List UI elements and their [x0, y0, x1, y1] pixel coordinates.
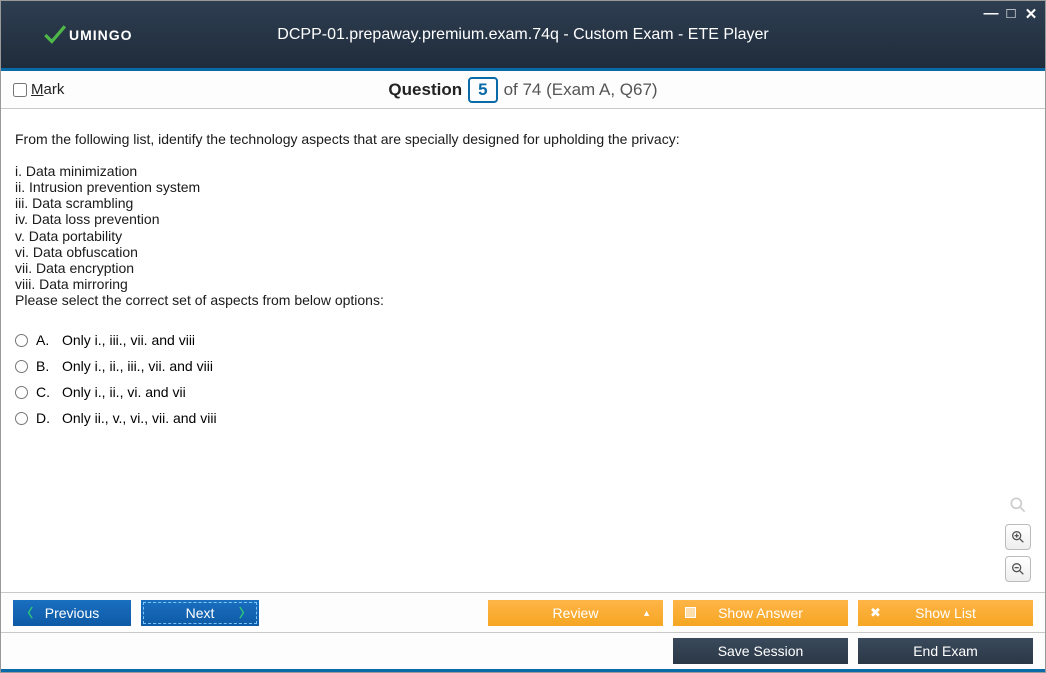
question-content: From the following list, identify the te… [1, 109, 1045, 592]
stem-prompt: Please select the correct set of aspects… [15, 292, 1031, 308]
chevron-left-icon: 〈 [21, 604, 33, 621]
answer-radio[interactable] [15, 386, 28, 399]
answer-options: A. Only i., iii., vii. and viii B. Only i.,… [15, 332, 1031, 426]
previous-button-label: Previous [45, 605, 99, 621]
window-title: DCPP-01.prepaway.premium.exam.74q - Cust… [1, 26, 1045, 44]
answer-text: Only i., ii., iii., vii. and viii [62, 358, 213, 374]
square-icon [685, 607, 696, 618]
close-button[interactable]: ✕ [1023, 5, 1039, 23]
save-session-button-label: Save Session [718, 643, 804, 659]
stem-line: vii. Data encryption [15, 260, 1031, 276]
mark-label[interactable]: Mark [31, 81, 64, 98]
zoom-tools [1005, 492, 1031, 582]
review-button[interactable]: Review ▲ [488, 600, 663, 626]
stem-line: iv. Data loss prevention [15, 211, 1031, 227]
show-list-button[interactable]: ✖ Show List [858, 600, 1033, 626]
question-bar: Mark Question 5 of 74 (Exam A, Q67) [1, 71, 1045, 109]
stem-intro: From the following list, identify the te… [15, 131, 1031, 147]
answer-text: Only i., iii., vii. and viii [62, 332, 195, 348]
search-icon[interactable] [1005, 492, 1031, 518]
answer-radio[interactable] [15, 334, 28, 347]
answer-option[interactable]: A. Only i., iii., vii. and viii [15, 332, 1031, 348]
show-answer-button[interactable]: Show Answer [673, 600, 848, 626]
x-icon: ✖ [870, 605, 881, 621]
stem-line: i. Data minimization [15, 163, 1031, 179]
zoom-in-button[interactable] [1005, 524, 1031, 550]
titlebar: UMINGO DCPP-01.prepaway.premium.exam.74q… [1, 1, 1045, 71]
mark-checkbox[interactable] [13, 83, 27, 97]
zoom-out-button[interactable] [1005, 556, 1031, 582]
answer-radio[interactable] [15, 412, 28, 425]
stem-line: ii. Intrusion prevention system [15, 179, 1031, 195]
next-button[interactable]: Next 〉 [141, 600, 259, 626]
question-label: Question [388, 80, 462, 100]
question-number-box[interactable]: 5 [468, 77, 497, 103]
show-list-button-label: Show List [915, 605, 976, 621]
stem-line: v. Data portability [15, 228, 1031, 244]
answer-option[interactable]: C. Only i., ii., vi. and vii [15, 384, 1031, 400]
stem-list: i. Data minimizationii. Intrusion preven… [15, 163, 1031, 292]
question-stem: From the following list, identify the te… [15, 131, 1031, 308]
button-bar-secondary: Save Session End Exam [1, 632, 1045, 672]
app-window: UMINGO DCPP-01.prepaway.premium.exam.74q… [0, 0, 1046, 673]
minimize-button[interactable]: — [983, 5, 999, 23]
question-of-text: of 74 (Exam A, Q67) [504, 80, 658, 100]
answer-radio[interactable] [15, 360, 28, 373]
answer-text: Only i., ii., vi. and vii [62, 384, 186, 400]
show-answer-button-label: Show Answer [718, 605, 803, 621]
answer-text: Only ii., v., vi., vii. and viii [62, 410, 217, 426]
stem-line: iii. Data scrambling [15, 195, 1031, 211]
chevron-right-icon: 〉 [239, 604, 251, 621]
next-button-label: Next [186, 605, 215, 621]
triangle-up-icon: ▲ [642, 608, 651, 618]
end-exam-button[interactable]: End Exam [858, 638, 1033, 664]
window-controls: — □ ✕ [983, 5, 1039, 23]
answer-option[interactable]: B. Only i., ii., iii., vii. and viii [15, 358, 1031, 374]
answer-letter: A. [36, 332, 54, 348]
maximize-button[interactable]: □ [1003, 5, 1019, 23]
stem-line: viii. Data mirroring [15, 276, 1031, 292]
review-button-label: Review [553, 605, 599, 621]
answer-option[interactable]: D. Only ii., v., vi., vii. and viii [15, 410, 1031, 426]
question-counter: Question 5 of 74 (Exam A, Q67) [1, 77, 1045, 103]
previous-button[interactable]: 〈 Previous [13, 600, 131, 626]
stem-line: vi. Data obfuscation [15, 244, 1031, 260]
end-exam-button-label: End Exam [913, 643, 978, 659]
answer-letter: C. [36, 384, 54, 400]
button-bar-primary: 〈 Previous Next 〉 Review ▲ Show Answer ✖… [1, 592, 1045, 632]
answer-letter: D. [36, 410, 54, 426]
answer-letter: B. [36, 358, 54, 374]
save-session-button[interactable]: Save Session [673, 638, 848, 664]
mark-checkbox-wrap[interactable]: Mark [13, 81, 64, 98]
